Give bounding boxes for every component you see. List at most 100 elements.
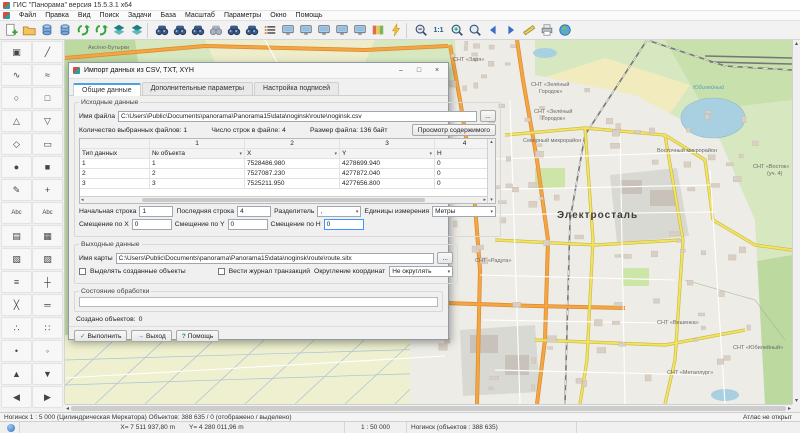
open-folder-icon[interactable] (20, 22, 37, 39)
table-header-cell[interactable]: Н (435, 149, 495, 158)
quick-launch-bolt-icon[interactable] (387, 22, 404, 39)
chevron-down-icon[interactable]: ▾ (239, 151, 242, 157)
down-tool-icon[interactable]: ▼ (32, 363, 63, 385)
print-icon[interactable] (538, 22, 555, 39)
menu-item-База[interactable]: База (160, 12, 176, 19)
units-combo[interactable]: Метры▾ (432, 206, 496, 217)
scale-cell[interactable]: 1 : 50 000 (345, 422, 407, 433)
new-document-icon[interactable] (2, 22, 19, 39)
pencil-tool-icon[interactable]: ✎ (1, 179, 32, 201)
table-header-cell[interactable]: 1 (150, 139, 245, 148)
dots3-tool-icon[interactable]: ∴ (1, 317, 32, 339)
point-tool-icon[interactable]: ● (1, 156, 32, 178)
maximize-button[interactable]: □ (412, 65, 426, 77)
circle-tool-icon[interactable]: ○ (1, 87, 32, 109)
hatch-diag-tool-icon[interactable]: ▧ (1, 248, 32, 270)
run-button[interactable]: ✓Выполнить (74, 330, 127, 342)
table-header-cell[interactable]: Y▾ (340, 149, 435, 158)
tab-label-settings[interactable]: Настройка подписей (254, 82, 339, 95)
cross-tool-icon[interactable]: ┼ (32, 271, 63, 293)
offset-y-input[interactable]: 0 (228, 219, 268, 230)
square-tool-icon[interactable]: ■ (32, 156, 63, 178)
start-line-input[interactable]: 1 (139, 206, 173, 217)
table-horizontal-scrollbar[interactable]: ◂▸ (80, 196, 487, 203)
inv-triangle-tool-icon[interactable]: ▽ (32, 110, 63, 132)
rhomb-tool-icon[interactable]: ◇ (1, 133, 32, 155)
select-tool-icon[interactable]: ▣ (1, 41, 32, 63)
left-tool-icon[interactable]: ◀ (1, 386, 32, 408)
view-content-button[interactable]: Просмотр содержимого (412, 124, 496, 136)
offset-x-input[interactable]: 0 (132, 219, 172, 230)
right-tool-icon[interactable]: ▶ (32, 386, 63, 408)
map-colors-icon[interactable] (369, 22, 386, 39)
end-line-input[interactable]: 4 (237, 206, 271, 217)
rectangle-tool-icon[interactable]: ▭ (32, 133, 63, 155)
layers-alt-icon[interactable] (128, 22, 145, 39)
tab-general[interactable]: Общие данные (73, 83, 141, 96)
search-binoculars-icon[interactable] (153, 22, 170, 39)
scroll-up-icon[interactable]: ▴ (795, 40, 798, 47)
search-next-icon[interactable] (225, 22, 242, 39)
hatch-diag2-tool-icon[interactable]: ▨ (32, 248, 63, 270)
highlight-objects-checkbox[interactable] (79, 268, 86, 275)
search-list-icon[interactable] (243, 22, 260, 39)
rounding-combo[interactable]: Не округлять▾ (389, 266, 453, 277)
triangle-tool-icon[interactable]: △ (1, 110, 32, 132)
table-header-cell[interactable] (80, 139, 150, 148)
menu-item-Вид[interactable]: Вид (78, 12, 91, 19)
separator-combo[interactable]: ,▾ (317, 206, 361, 217)
globe-icon[interactable] (556, 22, 573, 39)
layers-icon[interactable] (110, 22, 127, 39)
curve-tool-icon[interactable]: ∿ (1, 64, 32, 86)
refresh-all-icon[interactable] (92, 22, 109, 39)
menu-item-Правка[interactable]: Правка (45, 12, 69, 19)
delete-tool-icon[interactable]: ╳ (1, 294, 32, 316)
file-name-input[interactable]: C:\Users\Public\Documents\panorama\Panor… (118, 111, 477, 122)
up-tool-icon[interactable]: ▲ (1, 363, 32, 385)
line-tool-icon[interactable]: ╱ (32, 41, 63, 63)
scroll-left-icon[interactable]: ◂ (66, 405, 69, 412)
list-tool-icon[interactable]: ≡ (1, 271, 32, 293)
grid-fill-tool-icon[interactable]: ▦ (32, 225, 63, 247)
object-list-icon[interactable] (261, 22, 278, 39)
text2-tool-icon[interactable]: Abc (32, 202, 63, 224)
chevron-down-icon[interactable]: ▾ (429, 151, 432, 157)
text-tool-icon[interactable]: Abc (1, 202, 32, 224)
table-header-cell[interactable]: 4 (435, 139, 495, 148)
table-header-cell[interactable]: X▾ (245, 149, 340, 158)
scale-one-to-one-button[interactable]: 1:1 (430, 22, 447, 39)
map-vertical-scrollbar[interactable]: ▴▾ (792, 40, 800, 404)
add-tool-icon[interactable]: + (32, 179, 63, 201)
pan-left-icon[interactable] (484, 22, 501, 39)
menu-item-Помощь[interactable]: Помощь (296, 12, 323, 19)
scroll-right-icon[interactable]: ▸ (788, 405, 791, 412)
magnifier-icon[interactable] (466, 22, 483, 39)
open-database-icon[interactable] (38, 22, 55, 39)
csv-preview-table[interactable]: 1234Тип данных№ объекта▾X▾Y▾Н117528486.9… (79, 138, 496, 204)
pan-right-icon[interactable] (502, 22, 519, 39)
browse-map-button[interactable]: ... (437, 252, 453, 264)
search-disabled-icon[interactable] (207, 22, 224, 39)
menu-item-Масштаб[interactable]: Масштаб (185, 12, 215, 19)
menu-item-Файл[interactable]: Файл (19, 12, 36, 19)
map-horizontal-scrollbar[interactable]: ◂▸ (65, 404, 792, 412)
table-header-cell[interactable]: 2 (245, 139, 340, 148)
zoom-in-icon[interactable] (448, 22, 465, 39)
transaction-journal-checkbox[interactable] (218, 268, 225, 275)
dialog-title-bar[interactable]: Импорт данных из CSV, TXT, XYH – □ × (69, 63, 448, 79)
small-dot-tool-icon[interactable]: ◦ (32, 340, 63, 362)
minimize-button[interactable]: – (394, 65, 408, 77)
exit-button[interactable]: →Выход (131, 330, 171, 342)
table-header-cell[interactable]: № объекта▾ (150, 149, 245, 158)
scroll-down-icon[interactable]: ▾ (795, 397, 798, 404)
view-layers-icon[interactable] (297, 22, 314, 39)
menu-item-Задачи[interactable]: Задачи (128, 12, 152, 19)
view-map-icon[interactable] (351, 22, 368, 39)
smooth-curve-tool-icon[interactable]: ≈ (32, 64, 63, 86)
view-legend-icon[interactable] (333, 22, 350, 39)
zoom-out-icon[interactable] (412, 22, 429, 39)
help-button[interactable]: ?Помощь (176, 330, 220, 342)
table-header-cell[interactable]: 3 (340, 139, 435, 148)
map-name-input[interactable]: C:\Users\Public\Documents\panorama\Panor… (116, 253, 435, 264)
hatch-tool-icon[interactable]: ▤ (1, 225, 32, 247)
